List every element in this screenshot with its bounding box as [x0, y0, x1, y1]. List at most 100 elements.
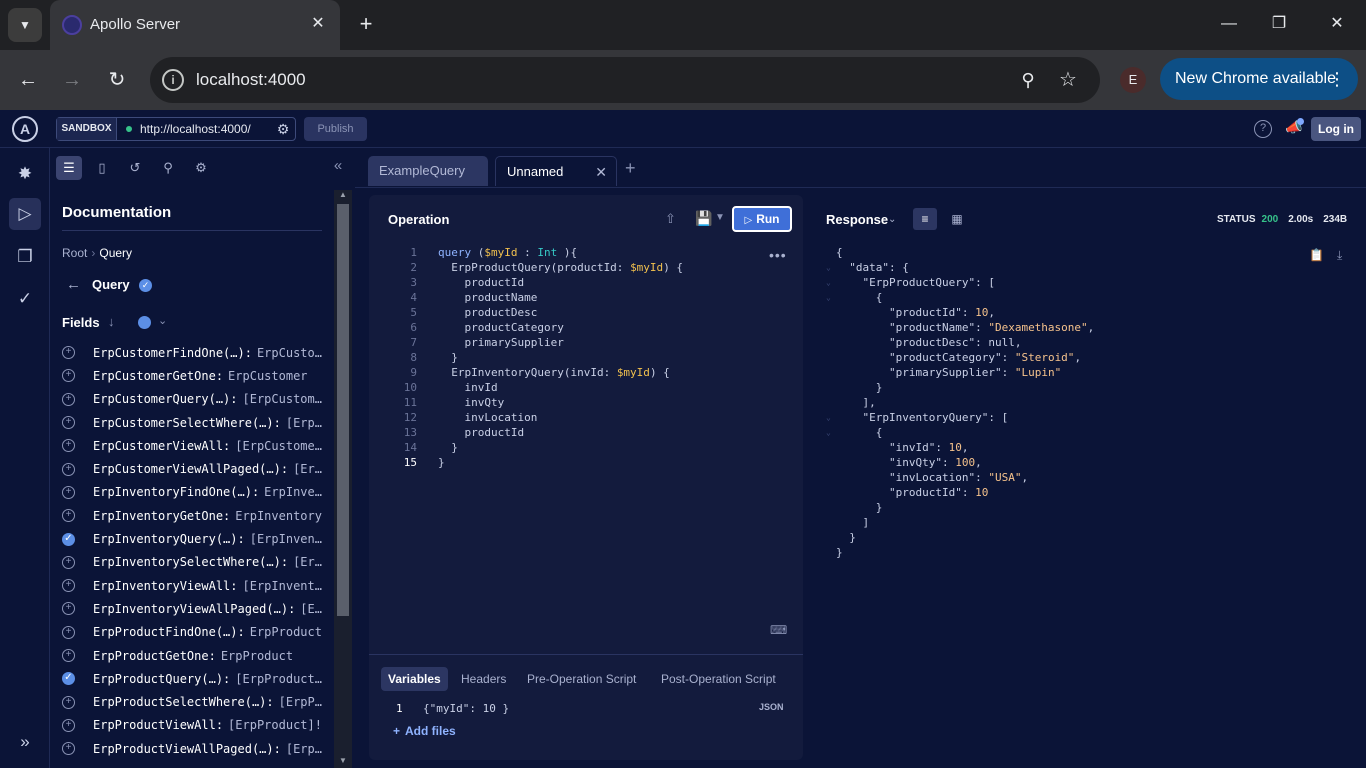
zoom-icon[interactable]: ⚲	[1016, 68, 1040, 92]
new-tab-button[interactable]: +	[354, 12, 378, 36]
site-info-icon[interactable]: i	[162, 69, 184, 91]
add-tab-button[interactable]: +	[625, 158, 636, 179]
add-circle-icon[interactable]: +	[62, 695, 75, 709]
field-row[interactable]: + ErpProductGetOne: ErpProduct	[62, 644, 332, 667]
field-type[interactable]: [ErpCustome…	[235, 439, 322, 453]
run-button[interactable]: ▷ Run	[732, 206, 792, 232]
field-type[interactable]: [ErpProduct]!	[228, 718, 322, 732]
field-name[interactable]: ErpInventorySelectWhere(…):	[93, 555, 288, 569]
documentation-icon[interactable]: ☰	[56, 156, 82, 180]
table-view-icon[interactable]: ▦	[945, 208, 969, 230]
field-row[interactable]: + ErpProductFindOne(…): ErpProduct	[62, 621, 332, 644]
field-type[interactable]: ErpInve…	[264, 485, 322, 499]
field-name[interactable]: ErpProductViewAll:	[93, 718, 223, 732]
close-window-button[interactable]: ✕	[1325, 12, 1349, 36]
field-name[interactable]: ErpInventoryViewAllPaged(…):	[93, 602, 295, 616]
tab-unnamed[interactable]: Unnamed ✕	[495, 156, 617, 186]
field-name[interactable]: ErpInventoryFindOne(…):	[93, 485, 259, 499]
scrollbar-thumb[interactable]	[337, 204, 349, 616]
field-type[interactable]: [Er…	[293, 462, 322, 476]
field-name[interactable]: ErpProductGetOne:	[93, 649, 216, 663]
endpoint-url-input[interactable]: http://localhost:4000/	[140, 122, 251, 136]
field-type[interactable]: [ErpInven…	[250, 532, 322, 546]
add-circle-icon[interactable]: +	[62, 602, 75, 616]
select-all-fields-toggle[interactable]	[138, 316, 151, 329]
add-circle-icon[interactable]: +	[62, 509, 75, 523]
browser-tab[interactable]: Apollo Server ✕	[50, 0, 340, 50]
field-type[interactable]: [ErpCustom…	[243, 392, 322, 406]
field-name[interactable]: ErpProductFindOne(…):	[93, 625, 245, 639]
field-name[interactable]: ErpCustomerGetOne:	[93, 369, 223, 383]
field-row[interactable]: + ErpInventoryFindOne(…): ErpInve…	[62, 481, 332, 504]
field-type[interactable]: ErpInventory	[235, 509, 322, 523]
field-name[interactable]: ErpCustomerViewAll:	[93, 439, 230, 453]
field-type[interactable]: ErpCusto…	[257, 346, 322, 360]
field-type[interactable]: [ErpP…	[279, 695, 322, 709]
add-circle-icon[interactable]: +	[62, 439, 75, 453]
url-text[interactable]: localhost:4000	[196, 70, 306, 90]
field-name[interactable]: ErpProductSelectWhere(…):	[93, 695, 274, 709]
chrome-update-button[interactable]: New Chrome available ⋮	[1160, 58, 1358, 100]
add-circle-icon[interactable]: +	[62, 649, 75, 662]
breadcrumb-root[interactable]: Root	[62, 246, 87, 260]
sort-arrow-icon[interactable]: ↓	[108, 314, 115, 329]
field-row[interactable]: + ErpInventorySelectWhere(…): [Er…	[62, 551, 332, 574]
add-circle-icon[interactable]: +	[62, 742, 75, 756]
field-type[interactable]: ErpCustomer	[228, 369, 307, 383]
forward-icon[interactable]: →	[58, 66, 86, 94]
copy-icon[interactable]: 📋	[1309, 248, 1324, 262]
address-bar[interactable]: i localhost:4000 ⚲ ☆	[150, 57, 1100, 103]
field-row[interactable]: + ErpCustomerSelectWhere(…): [Erp…	[62, 411, 332, 434]
tab-post-operation-script[interactable]: Post-Operation Script	[661, 667, 776, 691]
check-circle-icon[interactable]: ✓	[62, 532, 75, 546]
chevron-down-icon[interactable]: ▼	[715, 212, 725, 223]
publish-button[interactable]: Publish	[304, 117, 367, 141]
json-view-icon[interactable]: ≡	[913, 208, 937, 230]
login-button[interactable]: Log in	[1311, 117, 1361, 141]
field-row[interactable]: + ErpInventoryViewAllPaged(…): [E…	[62, 597, 332, 620]
field-type[interactable]: [Erp…	[286, 742, 322, 756]
tab-search-button[interactable]: ▼	[8, 8, 42, 42]
variables-editor[interactable]: 1 {"myId": 10 }	[383, 702, 509, 715]
field-row[interactable]: + ErpProductViewAllPaged(…): [Erp…	[62, 737, 332, 760]
fold-chevron-icon[interactable]: ⌄	[826, 425, 836, 440]
schema-reference-icon[interactable]: ❐	[9, 241, 41, 273]
download-icon[interactable]: ⤓	[1337, 248, 1342, 263]
apollo-logo-icon[interactable]: A	[12, 116, 38, 142]
field-row[interactable]: + ErpProductSelectWhere(…): [ErpP…	[62, 690, 332, 713]
tab-variables[interactable]: Variables	[381, 667, 448, 691]
close-tab-icon[interactable]: ✕	[308, 14, 328, 34]
field-type[interactable]: [Erp…	[286, 416, 322, 430]
field-type[interactable]: ErpProduct	[250, 625, 322, 639]
add-circle-icon[interactable]: +	[62, 392, 75, 406]
check-circle-icon[interactable]: ✓	[62, 672, 75, 686]
field-name[interactable]: ErpInventoryQuery(…):	[93, 532, 245, 546]
field-name[interactable]: ErpCustomerFindOne(…):	[93, 346, 252, 360]
field-row[interactable]: + ErpInventoryGetOne: ErpInventory	[62, 504, 332, 527]
add-circle-icon[interactable]: +	[62, 369, 75, 383]
doc-scrollbar[interactable]: ▲ ▼	[334, 190, 352, 768]
fold-chevron-icon[interactable]: ⌄	[826, 290, 836, 305]
add-circle-icon[interactable]: +	[62, 416, 75, 430]
add-circle-icon[interactable]: +	[62, 485, 75, 499]
field-name[interactable]: ErpInventoryViewAll:	[93, 579, 238, 593]
back-icon[interactable]: ←	[14, 66, 42, 94]
field-row[interactable]: + ErpInventoryViewAll: [ErpInvent…	[62, 574, 332, 597]
reload-icon[interactable]: ↻	[103, 66, 131, 94]
tab-pre-operation-script[interactable]: Pre-Operation Script	[527, 667, 636, 691]
field-type[interactable]: [ErpProduct…	[235, 672, 322, 686]
share-icon[interactable]: ⇧	[665, 211, 676, 227]
chevron-down-icon[interactable]: ⌄	[888, 214, 896, 225]
settings-gear-icon[interactable]: ⚙	[188, 156, 214, 180]
field-name[interactable]: ErpCustomerViewAllPaged(…):	[93, 462, 288, 476]
fold-chevron-icon[interactable]: ⌄	[826, 275, 836, 290]
field-type[interactable]: [ErpInvent…	[243, 579, 322, 593]
check-circle-icon[interactable]: ✓	[139, 279, 152, 292]
field-row[interactable]: ✓ ErpProductQuery(…): [ErpProduct…	[62, 667, 332, 690]
field-row[interactable]: + ErpCustomerQuery(…): [ErpCustom…	[62, 388, 332, 411]
field-row[interactable]: + ErpCustomerViewAll: [ErpCustome…	[62, 434, 332, 457]
collapse-panel-icon[interactable]: «	[328, 156, 348, 176]
field-name[interactable]: ErpProductQuery(…):	[93, 672, 230, 686]
profile-avatar[interactable]: E	[1120, 67, 1146, 93]
keyboard-shortcuts-icon[interactable]: ⌨	[770, 623, 787, 637]
